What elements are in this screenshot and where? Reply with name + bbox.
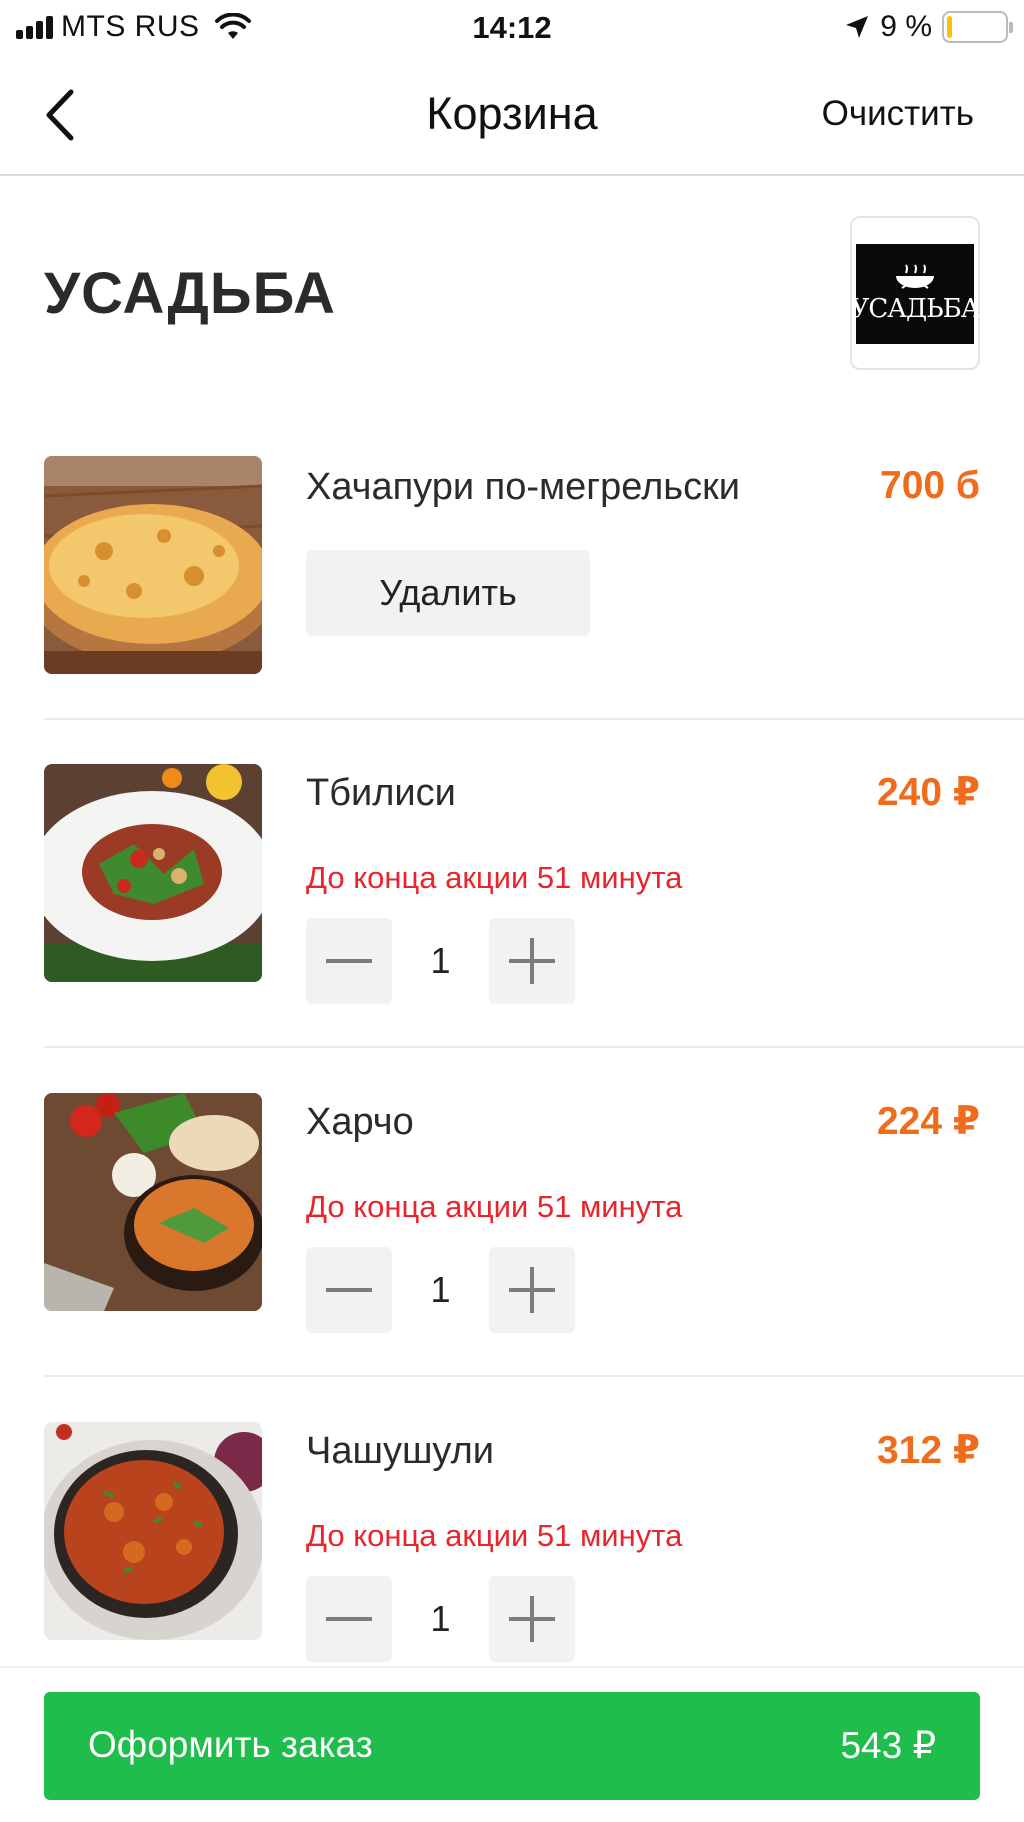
location-arrow-icon	[846, 16, 869, 38]
restaurant-logo[interactable]: УСАДЬБА	[850, 216, 980, 370]
promo-timer: До конца акции 51 минута	[306, 860, 683, 895]
plus-icon	[509, 938, 555, 984]
item-photo	[44, 1422, 262, 1640]
item-name: Харчо	[306, 1101, 414, 1143]
divider	[44, 1046, 1024, 1048]
decrease-quantity-button[interactable]	[306, 1576, 392, 1662]
item-price: 700 б	[880, 464, 980, 507]
nav-bar: Корзина Очистить	[0, 58, 1024, 176]
item-photo	[44, 1093, 262, 1311]
item-photo	[44, 764, 262, 982]
status-right: 9 %	[844, 10, 1013, 44]
divider	[44, 718, 1024, 720]
increase-quantity-button[interactable]	[489, 1247, 575, 1333]
grill-icon	[896, 264, 934, 289]
cart-item: Хачапури по-мегрельски 700 б Удалить	[0, 456, 1024, 718]
item-name: Чашушули	[306, 1430, 494, 1472]
decrease-quantity-button[interactable]	[306, 918, 392, 1004]
item-price: 312 ₽	[876, 1429, 980, 1472]
quantity-value: 1	[430, 940, 451, 981]
quantity-value: 1	[430, 1598, 451, 1639]
chevron-left-icon	[46, 89, 74, 141]
battery-percent: 9 %	[880, 10, 932, 43]
status-bar: MTS RUS 14:12 9 %	[0, 0, 1024, 58]
item-photo	[44, 456, 262, 674]
quantity-value: 1	[430, 1269, 451, 1310]
checkout-label: Оформить заказ	[88, 1724, 373, 1765]
promo-timer: До конца акции 51 минута	[306, 1518, 683, 1553]
decrease-quantity-button[interactable]	[306, 1247, 392, 1333]
plus-icon	[509, 1267, 555, 1313]
clear-cart-button[interactable]: Очистить	[822, 94, 974, 134]
delete-button[interactable]: Удалить	[306, 550, 590, 636]
plus-icon	[509, 1596, 555, 1642]
cart-item: Харчо 224 ₽ До конца акции 51 минута 1	[0, 1093, 1024, 1375]
back-button[interactable]	[30, 80, 90, 150]
battery-icon	[942, 11, 1013, 43]
item-price: 240 ₽	[876, 771, 980, 814]
logo-text: УСАДЬБА	[850, 294, 981, 324]
promo-timer: До конца акции 51 минута	[306, 1189, 683, 1224]
checkout-total: 543 ₽	[840, 1725, 936, 1766]
item-name: Тбилиси	[306, 772, 456, 814]
minus-icon	[326, 1288, 372, 1292]
minus-icon	[326, 959, 372, 963]
divider	[44, 1375, 1024, 1377]
increase-quantity-button[interactable]	[489, 1576, 575, 1662]
restaurant-logo-image: УСАДЬБА	[851, 244, 980, 344]
item-name: Хачапури по-мегрельски	[306, 466, 740, 508]
restaurant-name: УСАДЬБА	[44, 261, 336, 326]
battery-fill	[947, 16, 952, 38]
cart-item: Тбилиси 240 ₽ До конца акции 51 минута 1	[0, 764, 1024, 1046]
cart-item: Чашушули 312 ₽ До конца акции 51 минута …	[0, 1422, 1024, 1666]
minus-icon	[326, 1617, 372, 1621]
item-price: 224 ₽	[876, 1100, 980, 1143]
checkout-button[interactable]: Оформить заказ 543 ₽	[44, 1692, 980, 1800]
bottom-bar: Оформить заказ 543 ₽	[0, 1666, 1024, 1822]
increase-quantity-button[interactable]	[489, 918, 575, 1004]
